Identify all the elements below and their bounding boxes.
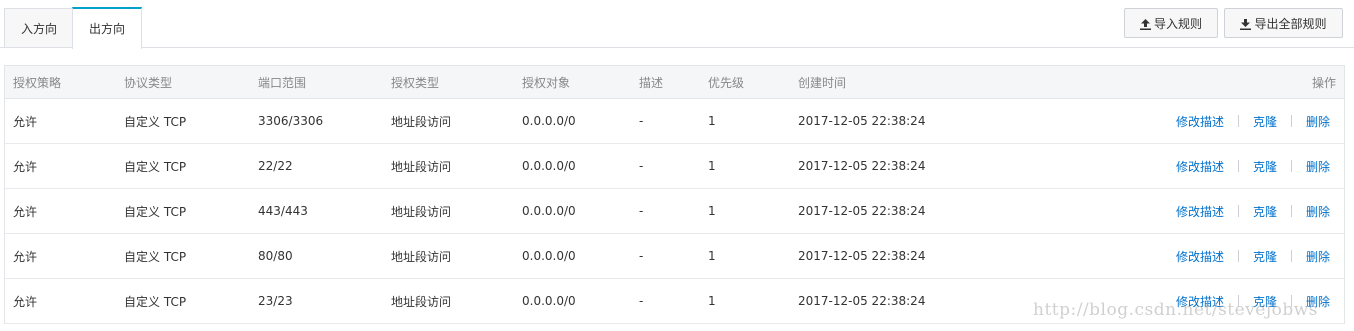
export-all-rules-button[interactable]: 导出全部规则	[1224, 8, 1343, 38]
cell-priority: 1	[708, 249, 716, 263]
clone-link[interactable]: 克隆	[1253, 113, 1277, 130]
cell-priority: 1	[708, 114, 716, 128]
cell-auth-target: 0.0.0.0/0	[522, 114, 576, 128]
cell-created-time: 2017-12-05 22:38:24	[798, 114, 926, 128]
cell-policy: 允许	[13, 114, 38, 129]
header-description: 描述	[639, 75, 664, 90]
cell-policy: 允许	[13, 294, 38, 309]
upload-icon	[1139, 17, 1154, 31]
import-rules-label: 导入规则	[1153, 17, 1202, 31]
cell-port-range: 3306/3306	[258, 114, 324, 128]
action-divider	[1237, 205, 1239, 217]
header-protocol: 协议类型	[124, 75, 173, 90]
action-divider	[1290, 115, 1292, 127]
cell-auth-type: 地址段访问	[391, 204, 452, 219]
row-actions: 修改描述 克隆 删除	[1176, 144, 1330, 188]
cell-auth-target: 0.0.0.0/0	[522, 294, 576, 308]
action-divider	[1237, 115, 1239, 127]
delete-link[interactable]: 删除	[1306, 248, 1330, 265]
table-row: 允许 自定义 TCP 3306/3306 地址段访问 0.0.0.0/0 - 1 2017-1…	[5, 99, 1344, 144]
cell-description: -	[639, 114, 644, 128]
cell-policy: 允许	[13, 159, 38, 174]
action-divider	[1290, 250, 1292, 262]
action-divider	[1290, 205, 1292, 217]
cell-port-range: 22/22	[258, 159, 293, 173]
cell-port-range: 80/80	[258, 249, 293, 263]
cell-description: -	[639, 204, 644, 218]
delete-link[interactable]: 删除	[1306, 113, 1330, 130]
cell-auth-target: 0.0.0.0/0	[522, 249, 576, 263]
cell-description: -	[639, 249, 644, 263]
edit-description-link[interactable]: 修改描述	[1176, 203, 1224, 220]
table-row: 允许 自定义 TCP 443/443 地址段访问 0.0.0.0/0 - 1 2017-12-…	[5, 189, 1344, 234]
header-priority: 优先级	[708, 75, 745, 90]
watermark: http://blog.csdn.net/stevejobws	[1033, 300, 1319, 320]
cell-created-time: 2017-12-05 22:38:24	[798, 294, 926, 308]
tab-inbound[interactable]: 入方向	[4, 8, 74, 47]
export-all-rules-label: 导出全部规则	[1254, 17, 1327, 31]
clone-link[interactable]: 克隆	[1253, 203, 1277, 220]
cell-auth-target: 0.0.0.0/0	[522, 159, 576, 173]
action-divider	[1290, 160, 1292, 172]
cell-created-time: 2017-12-05 22:38:24	[798, 249, 926, 263]
cell-auth-type: 地址段访问	[391, 114, 452, 129]
cell-auth-type: 地址段访问	[391, 249, 452, 264]
cell-priority: 1	[708, 159, 716, 173]
header-policy: 授权策略	[13, 75, 62, 90]
edit-description-link[interactable]: 修改描述	[1176, 158, 1224, 175]
delete-link[interactable]: 删除	[1306, 203, 1330, 220]
header-port-range: 端口范围	[258, 75, 307, 90]
cell-priority: 1	[708, 294, 716, 308]
cell-description: -	[639, 294, 644, 308]
row-actions: 修改描述 克隆 删除	[1176, 99, 1330, 143]
cell-port-range: 443/443	[258, 204, 308, 218]
action-divider	[1237, 250, 1239, 262]
delete-link[interactable]: 删除	[1306, 158, 1330, 175]
cell-auth-target: 0.0.0.0/0	[522, 204, 576, 218]
cell-description: -	[639, 159, 644, 173]
cell-protocol: 自定义 TCP	[124, 294, 187, 309]
rules-table: 授权策略 协议类型 端口范围 授权类型 授权对象 描述 优先级 创建时间 操作 …	[4, 65, 1345, 324]
clone-link[interactable]: 克隆	[1253, 248, 1277, 265]
cell-protocol: 自定义 TCP	[124, 114, 187, 129]
cell-policy: 允许	[13, 249, 38, 264]
cell-auth-type: 地址段访问	[391, 159, 452, 174]
tab-outbound[interactable]: 出方向	[72, 7, 142, 49]
table-row: 允许 自定义 TCP 22/22 地址段访问 0.0.0.0/0 - 1 2017-12-05…	[5, 144, 1344, 189]
header-auth-target: 授权对象	[522, 75, 571, 90]
cell-policy: 允许	[13, 204, 38, 219]
import-rules-button[interactable]: 导入规则	[1124, 8, 1218, 38]
edit-description-link[interactable]: 修改描述	[1176, 248, 1224, 265]
cell-created-time: 2017-12-05 22:38:24	[798, 159, 926, 173]
cell-auth-type: 地址段访问	[391, 294, 452, 309]
cell-protocol: 自定义 TCP	[124, 159, 187, 174]
header-actions: 操作	[1311, 75, 1336, 90]
row-actions: 修改描述 克隆 删除	[1176, 189, 1330, 233]
row-actions: 修改描述 克隆 删除	[1176, 234, 1330, 278]
header-auth-type: 授权类型	[391, 75, 440, 90]
table-row: 允许 自定义 TCP 80/80 地址段访问 0.0.0.0/0 - 1 2017-12-05…	[5, 234, 1344, 279]
cell-protocol: 自定义 TCP	[124, 249, 187, 264]
table-header: 授权策略 协议类型 端口范围 授权类型 授权对象 描述 优先级 创建时间 操作	[5, 66, 1344, 99]
header-created-time: 创建时间	[798, 75, 847, 90]
cell-created-time: 2017-12-05 22:38:24	[798, 204, 926, 218]
clone-link[interactable]: 克隆	[1253, 158, 1277, 175]
cell-priority: 1	[708, 204, 716, 218]
cell-port-range: 23/23	[258, 294, 293, 308]
action-divider	[1237, 160, 1239, 172]
cell-protocol: 自定义 TCP	[124, 204, 187, 219]
edit-description-link[interactable]: 修改描述	[1176, 113, 1224, 130]
download-icon	[1240, 17, 1254, 31]
